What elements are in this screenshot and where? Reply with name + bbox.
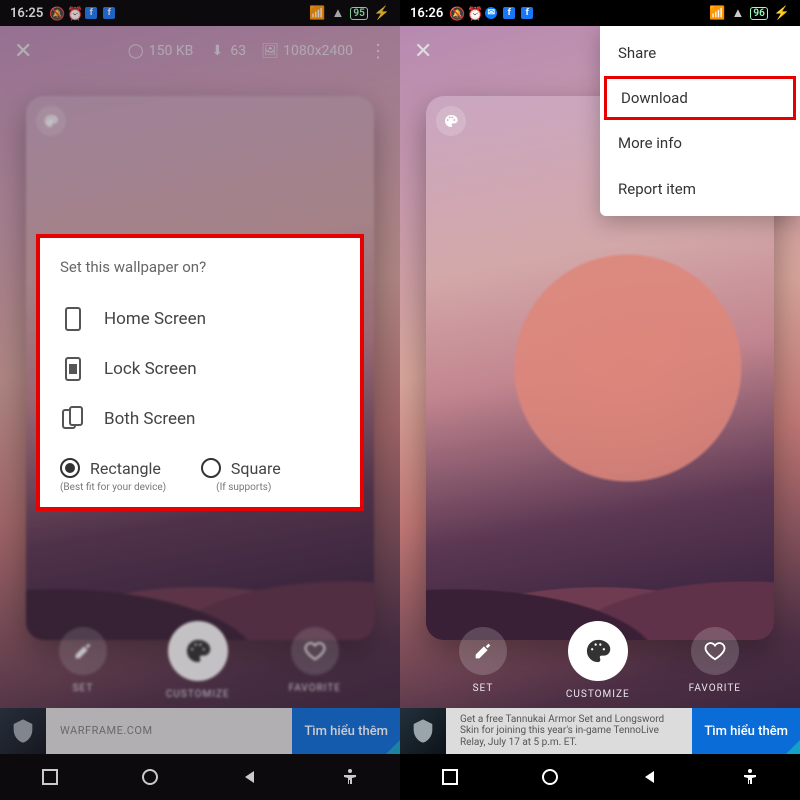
set-label: SET: [473, 683, 494, 694]
right-screenshot: 16:26 🔕 ⏰ ✉ f f 📶 ▲ 96 ⚡ ✕ ◯ 150 KB: [400, 0, 800, 800]
close-icon[interactable]: ✕: [414, 39, 432, 64]
battery-indicator: 96: [750, 7, 767, 20]
shape-rectangle[interactable]: Rectangle: [60, 458, 161, 478]
menu-item-download[interactable]: Download: [604, 76, 796, 120]
shape-square[interactable]: Square: [201, 458, 281, 478]
shape-label: Rectangle: [90, 459, 161, 478]
radio-selected-icon: [60, 458, 80, 478]
set-wallpaper-dialog: Set this wallpaper on? Home Screen Lock …: [40, 238, 360, 507]
customize-button[interactable]: CUSTOMIZE: [566, 621, 630, 700]
ad-banner[interactable]: Get a free Tannukai Armor Set and Longsw…: [400, 708, 800, 754]
status-time: 16:26: [410, 6, 443, 21]
home-screen-icon: [62, 306, 84, 332]
customize-label: CUSTOMIZE: [566, 689, 630, 700]
hint-square: (If supports): [216, 482, 271, 493]
hint-rectangle: (Best fit for your device): [60, 482, 166, 493]
bottom-actions: SET CUSTOMIZE FAVORITE: [400, 621, 800, 700]
dialog-title: Set this wallpaper on?: [60, 258, 340, 276]
highlight-box: Set this wallpaper on? Home Screen Lock …: [36, 234, 364, 511]
ad-text: Get a free Tannukai Armor Set and Longsw…: [454, 710, 684, 753]
ad-cta-button[interactable]: Tìm hiểu thêm: [692, 708, 800, 754]
palette-badge-icon[interactable]: [436, 106, 466, 136]
option-label: Home Screen: [104, 309, 206, 329]
dnd-icon: 🔕: [449, 7, 461, 19]
both-screen-icon: [62, 406, 84, 432]
nav-recents-icon[interactable]: [439, 766, 461, 788]
status-bar: 16:26 🔕 ⏰ ✉ f f 📶 ▲ 96 ⚡: [400, 0, 800, 26]
shape-label: Square: [231, 459, 281, 478]
ad-logo-icon: [400, 708, 446, 754]
option-both-screen[interactable]: Both Screen: [60, 394, 340, 444]
nav-accessibility-icon[interactable]: [739, 766, 761, 788]
radio-unselected-icon: [201, 458, 221, 478]
signal-icon: 📶: [709, 6, 725, 21]
favorite-label: FAVORITE: [689, 683, 741, 694]
adchoices-icon[interactable]: [786, 740, 800, 754]
favorite-button[interactable]: FAVORITE: [689, 627, 741, 694]
menu-item-share[interactable]: Share: [600, 30, 800, 76]
facebook-icon: f: [503, 7, 515, 19]
option-label: Both Screen: [104, 409, 195, 429]
overflow-menu: Share Download More info Report item: [600, 26, 800, 216]
messenger-icon: ✉: [485, 7, 497, 19]
nav-home-icon[interactable]: [539, 766, 561, 788]
left-screenshot: 16:25 🔕 ⏰ f f 📶 ▲ 95 ⚡ ✕ ◯ 150 KB: [0, 0, 400, 800]
alarm-icon: ⏰: [467, 7, 479, 19]
menu-item-more-info[interactable]: More info: [600, 120, 800, 166]
option-label: Lock Screen: [104, 359, 197, 379]
option-home-screen[interactable]: Home Screen: [60, 294, 340, 344]
facebook-icon: f: [521, 7, 533, 19]
charging-icon: ⚡: [774, 6, 790, 21]
menu-item-report[interactable]: Report item: [600, 166, 800, 212]
option-lock-screen[interactable]: Lock Screen: [60, 344, 340, 394]
android-navbar: [400, 754, 800, 800]
lock-screen-icon: [62, 356, 84, 382]
wifi-icon: ▲: [732, 5, 745, 21]
nav-back-icon[interactable]: [639, 766, 661, 788]
set-button[interactable]: SET: [459, 627, 507, 694]
